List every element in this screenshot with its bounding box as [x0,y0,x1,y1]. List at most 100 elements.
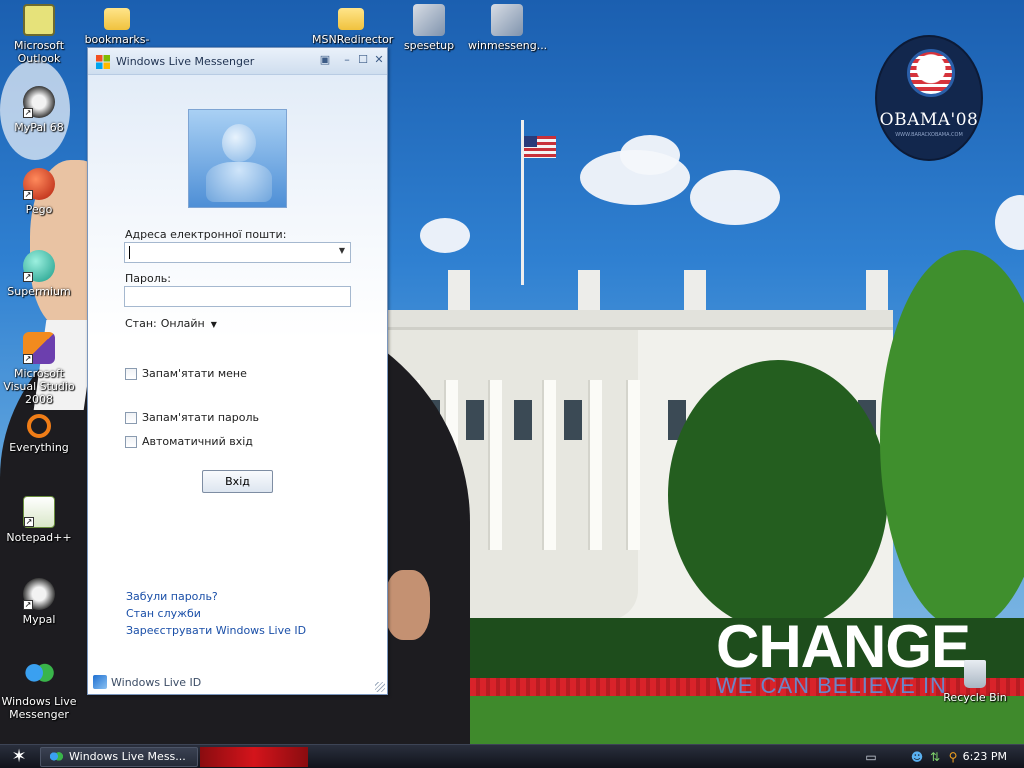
minimize-button[interactable]: – [340,53,354,67]
logo-text: OBAMA'08 [879,110,979,130]
desktop-icon-label: Supermium [7,285,71,298]
wallpaper-tree [668,360,888,630]
obama-o-icon [907,49,955,97]
desktop-icon-outlook[interactable]: Microsoft Outlook [0,4,78,65]
sign-in-button[interactable]: Вхід [202,470,273,493]
desktop-icon-recycle-bin[interactable]: Recycle Bin [936,660,1014,704]
shortcut-arrow-icon: ↗ [23,272,33,282]
desktop-icon-mypal[interactable]: ↗ Mypal [0,578,78,626]
windows-live-id-icon [93,675,107,689]
raccoon-icon: ↗ [23,578,55,610]
desktop-icon-label: MyPal 68 [14,121,64,134]
desktop-icon-label: Pego [25,203,53,216]
messenger-tray-icon[interactable]: ☻ [910,750,924,764]
email-field[interactable]: ▼ [124,242,351,263]
register-link[interactable]: Зареєструвати Windows Live ID [126,624,306,637]
system-tray: ▭ ☻ ⇅ ⚲ 6:23 PM [854,745,1024,768]
display-picture[interactable] [188,109,287,208]
keyboard-icon[interactable]: ▭ [864,750,878,764]
desktop-icon-label: spesetup [403,39,455,52]
network-icon[interactable]: ⇅ [928,750,942,764]
checkbox-box[interactable] [125,367,137,380]
desktop-icon-mypal68[interactable]: ↗ MyPal 68 [0,86,78,134]
folder-icon [338,8,364,30]
text-cursor [129,246,130,259]
password-label: Пароль: [125,272,171,285]
messenger-buddies-icon [23,660,55,692]
installer-icon [413,4,445,36]
taskbar-decoration [200,747,308,767]
window-footer: Windows Live ID [88,670,387,694]
wallpaper-cloud [995,195,1024,250]
messenger-window: Windows Live Messenger ▣ – ☐ ✕ Адреса ел… [87,47,388,695]
us-flag [524,136,556,158]
maximize-button[interactable]: ☐ [356,53,370,67]
desktop-icon-spesetup[interactable]: spesetup [390,4,468,52]
forgot-password-link[interactable]: Забули пароль? [126,590,218,603]
raccoon-icon: ↗ [23,86,55,118]
desktop-icon-supermium[interactable]: ↗ Supermium [0,250,78,298]
desktop-icon-label: Notepad++ [6,531,72,544]
email-label: Адреса електронної пошти: [125,228,287,241]
desktop-icon-label: Recycle Bin [943,691,1007,704]
desktop-icon-label: Everything [9,441,69,454]
desktop-icon-visual-studio[interactable]: ↗ Microsoft Visual Studio 2008 [0,332,78,406]
menu-button[interactable]: ▣ [318,53,332,67]
windows-logo-icon [96,55,110,69]
chevron-down-icon: ▼ [210,320,217,329]
desktop-icon-everything[interactable]: Everything [0,414,78,454]
search-icon[interactable]: ⚲ [946,750,960,764]
desktop-icon-winmessenger[interactable]: winmesseng... [468,4,548,52]
magnifier-icon [27,414,51,438]
taskbar: ✶ Windows Live Mess... ▭ ☻ ⇅ ⚲ 6:23 PM [0,744,1024,768]
title-bar[interactable]: Windows Live Messenger ▣ – ☐ ✕ [88,48,387,75]
pego-icon: ↗ [23,168,55,200]
windows-live-id-badge: Windows Live ID [93,675,201,689]
status-label: Стан: [125,317,157,330]
shortcut-arrow-icon: ↗ [23,108,33,118]
desktop-icon-notepadpp[interactable]: ↗ Notepad++ [0,496,78,544]
wallpaper-tree [880,250,1024,630]
notepad-icon: ↗ [23,496,55,528]
installer-icon [491,4,523,36]
logo-subtext: WWW.BARACKOBAMA.COM [895,132,963,138]
desktop-icon-windows-live-messenger[interactable]: Windows Live Messenger [0,660,78,721]
desktop-icon-label: Microsoft Outlook [13,39,65,65]
supermium-icon: ↗ [23,250,55,282]
shortcut-arrow-icon: ↗ [24,517,34,527]
desktop-icon-label: MSNRedirector [312,33,394,46]
close-button[interactable]: ✕ [372,53,386,67]
shortcut-arrow-icon: ↗ [23,190,33,200]
visual-studio-icon: ↗ [23,332,55,364]
desktop-icon-label: Mypal [22,613,56,626]
recycle-bin-icon [964,660,986,688]
password-field[interactable] [124,286,351,307]
window-title: Windows Live Messenger [116,55,255,68]
desktop-icon-pego[interactable]: ↗ Pego [0,168,78,216]
status-selector[interactable]: Стан: Онлайн ▼ [125,317,217,330]
user-silhouette-icon [206,162,272,202]
taskbar-item-messenger[interactable]: Windows Live Mess... [40,747,198,767]
checkbox-box[interactable] [125,411,137,424]
desktop-icon-label: Windows Live Messenger [1,695,77,721]
shortcut-arrow-icon: ↗ [23,354,33,364]
chevron-down-icon[interactable]: ▼ [339,246,345,255]
folder-icon [104,8,130,30]
wallpaper-cloud [690,170,780,225]
service-status-link[interactable]: Стан служби [126,607,201,620]
auto-signin-checkbox[interactable]: Автоматичний вхід [125,435,253,448]
desktop-icon-label: Microsoft Visual Studio 2008 [3,367,75,406]
remember-password-checkbox[interactable]: Запам'ятати пароль [125,411,259,424]
checkbox-box[interactable] [125,435,137,448]
shortcut-arrow-icon: ↗ [23,600,33,610]
campaign-logo: OBAMA'08 WWW.BARACKOBAMA.COM [875,35,983,161]
desktop-icon-label: winmesseng... [468,39,548,52]
wallpaper-cloud [620,135,680,175]
outlook-icon [23,4,55,36]
start-button[interactable]: ✶ [4,747,34,767]
resize-grip[interactable] [375,682,385,692]
remember-me-checkbox[interactable]: Запам'ятати мене [125,367,247,380]
messenger-buddies-icon [49,751,63,763]
desktop-icon-msnredirector[interactable]: MSNRedirector [312,4,394,46]
clock[interactable]: 6:23 PM [963,750,1007,763]
